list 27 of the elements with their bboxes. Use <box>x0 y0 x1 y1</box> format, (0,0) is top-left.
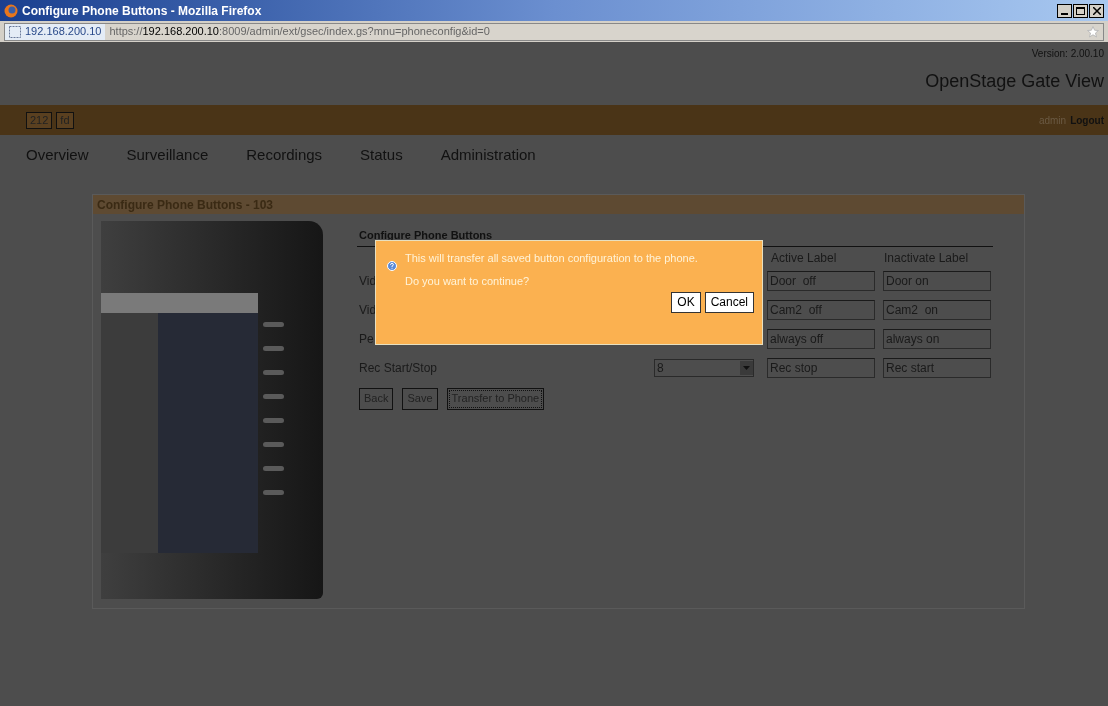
maximize-button[interactable] <box>1073 3 1088 18</box>
dialog-button[interactable]: Cancel <box>704 291 754 313</box>
close-button[interactable] <box>1089 3 1104 18</box>
logout-link[interactable]: Logout <box>1070 112 1104 128</box>
dialog-button[interactable]: OK <box>671 291 701 313</box>
nav-link[interactable]: Surveillance <box>126 143 209 167</box>
dialog-question: Do you want to continue? <box>405 274 531 289</box>
dialog-message: This will transfer all saved button configuration to the phone. <box>405 253 699 264</box>
minimize-button[interactable] <box>1057 3 1072 18</box>
close-icon <box>1092 6 1101 15</box>
header-badge[interactable]: fd <box>56 111 74 129</box>
window-title: Configure Phone Buttons - Mozilla Firefox <box>22 2 262 20</box>
nav-link[interactable]: Status <box>360 143 403 167</box>
url-text: https://192.168.200.10:8009/admin/ext/gsec/index.gs?mnu=phoneconfig&id=0 <box>109 24 490 40</box>
nav-link[interactable]: Recordings <box>246 143 323 167</box>
minimize-icon <box>1061 12 1068 15</box>
star-icon[interactable] <box>1087 25 1099 38</box>
dotted-square-icon <box>9 25 21 38</box>
nav-link[interactable]: Overview <box>26 143 89 167</box>
site-identity-button[interactable]: 192.168.200.10 <box>5 23 106 40</box>
question-icon <box>387 261 397 271</box>
address-bar[interactable]: 192.168.200.10 https://192.168.200.10:8009/admin/ext/gsec/index.gs?mnu=phoneconfig&id=0 <box>4 22 1104 41</box>
maximize-icon <box>1076 6 1085 15</box>
nav-link[interactable]: Administration <box>440 143 536 167</box>
form-title: Configure Phone Buttons <box>359 228 493 243</box>
app-title: OpenStage Gate View <box>925 70 1104 93</box>
browser-logo-icon <box>4 3 18 18</box>
